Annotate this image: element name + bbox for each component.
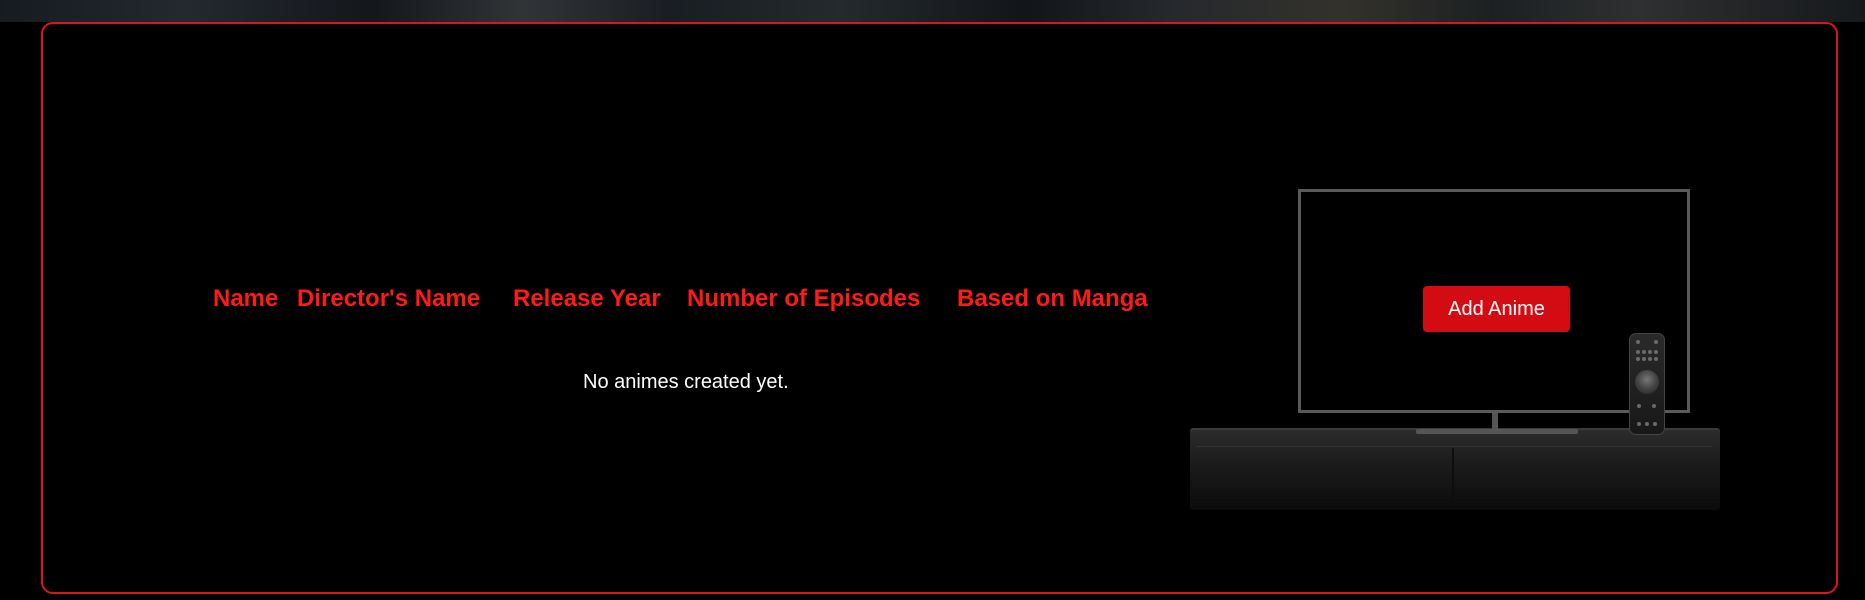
empty-table-message: No animes created yet.	[583, 371, 789, 393]
column-header-based-on-manga: Based on Manga	[957, 285, 1148, 312]
remote-control-icon	[1629, 333, 1665, 435]
column-header-episodes: Number of Episodes	[687, 285, 921, 312]
add-anime-button[interactable]: Add Anime	[1423, 286, 1570, 332]
tv-base	[1416, 429, 1578, 434]
header-banner-image	[0, 0, 1865, 22]
tv-neck	[1492, 413, 1498, 429]
column-header-release-year: Release Year	[513, 285, 661, 312]
column-header-director: Director's Name	[297, 285, 481, 312]
tv-stand	[1190, 428, 1720, 510]
column-header-name: Name	[213, 285, 279, 312]
